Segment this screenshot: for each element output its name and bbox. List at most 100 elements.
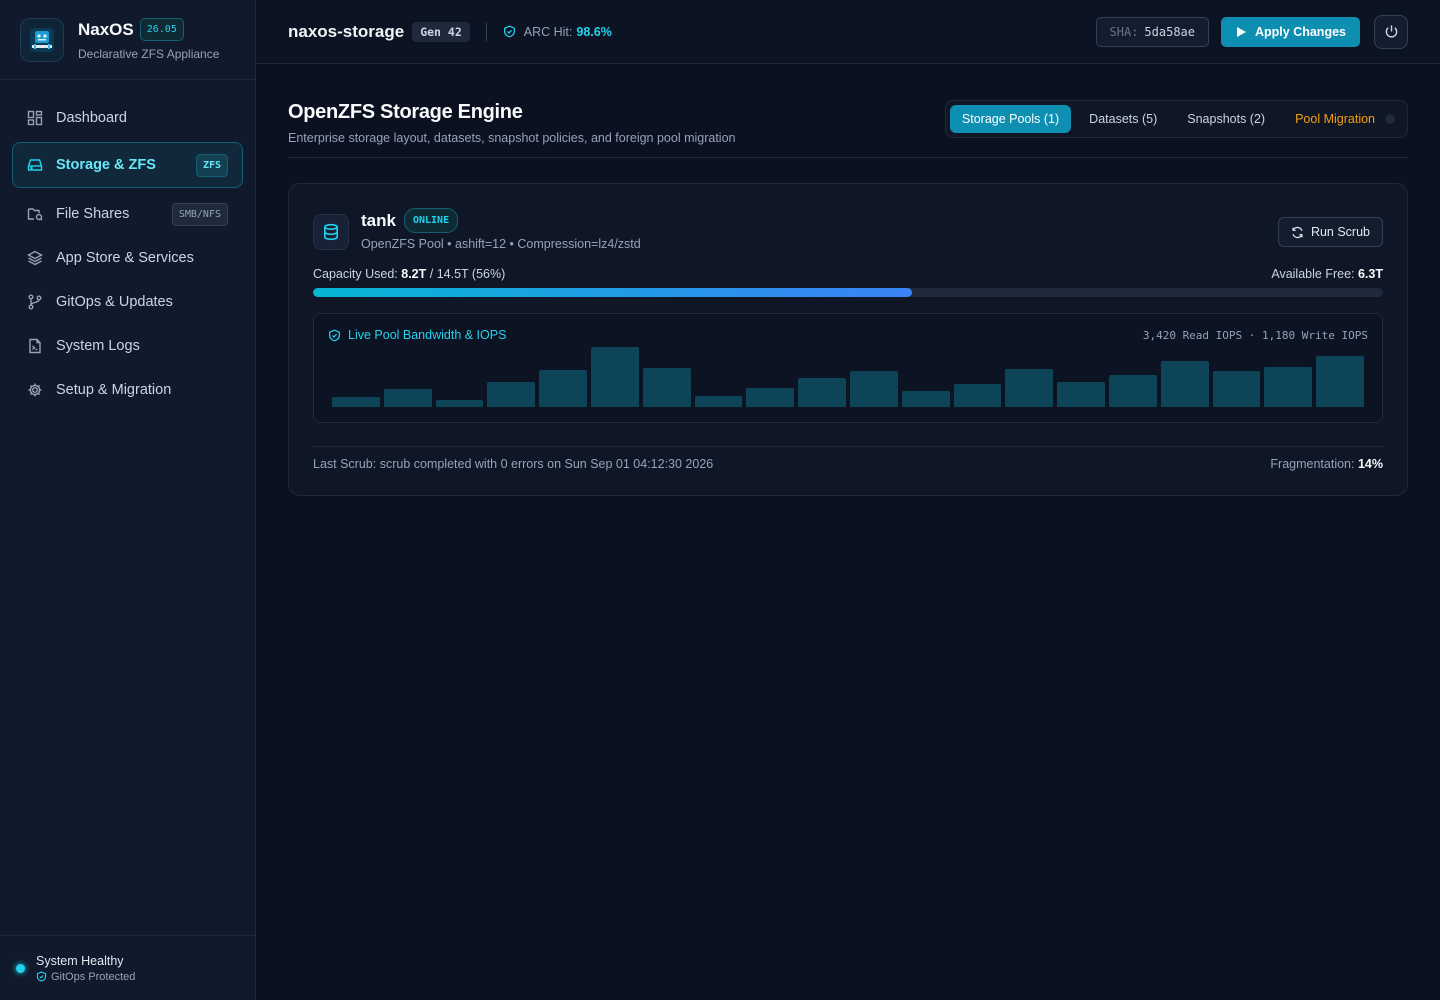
bandwidth-bar — [694, 395, 743, 407]
bandwidth-bar — [539, 369, 587, 407]
sidebar-item-label: File Shares — [56, 206, 130, 222]
power-button[interactable] — [1374, 14, 1408, 49]
sidebar: NaxOS 26.05 Declarative ZFS Appliance Da… — [0, 0, 256, 1000]
sidebar-nav: Dashboard Storage & ZFS ZFS File Shares … — [0, 80, 255, 428]
pool-footer: Last Scrub: scrub completed with 0 error… — [313, 446, 1383, 471]
run-scrub-button[interactable]: Run Scrub — [1277, 217, 1383, 247]
bandwidth-bar — [798, 378, 846, 407]
capacity-bar-fill — [313, 288, 913, 297]
gear-icon — [27, 382, 43, 398]
fragmentation: Fragmentation: 14% — [1270, 457, 1383, 471]
dashboard-icon — [27, 110, 43, 126]
sidebar-item-dashboard[interactable]: Dashboard — [12, 96, 243, 140]
bandwidth-bar — [1160, 360, 1209, 407]
sidebar-item-system-logs[interactable]: System Logs — [12, 324, 243, 368]
layers-icon — [27, 250, 43, 266]
sidebar-item-label: App Store & Services — [56, 250, 194, 266]
version-badge: 26.05 — [139, 18, 184, 41]
sha-value: 5da58ae — [1144, 24, 1195, 39]
bandwidth-bar — [901, 391, 950, 407]
capacity-label: Capacity Used: — [313, 267, 398, 281]
bandwidth-bar — [849, 371, 898, 407]
hard-drive-icon — [27, 157, 43, 173]
git-branch-icon — [27, 294, 43, 310]
main-content: OpenZFS Storage Engine Enterprise storag… — [288, 96, 1408, 496]
brand-subtitle: Declarative ZFS Appliance — [78, 47, 220, 61]
zfs-badge: ZFS — [195, 153, 228, 177]
last-scrub: Last Scrub: scrub completed with 0 error… — [313, 457, 714, 471]
file-log-icon — [27, 338, 43, 354]
bandwidth-bar — [1108, 375, 1157, 407]
bandwidth-bar — [590, 347, 639, 407]
pool-name: tank — [361, 210, 396, 230]
hostname: naxos-storage — [288, 21, 405, 41]
divider — [485, 22, 487, 41]
arc-hit-indicator: ARC Hit: 98.6% — [503, 25, 612, 39]
bandwidth-bar — [487, 381, 536, 407]
bandwidth-bar — [1316, 356, 1364, 407]
status-badge: ONLINE — [403, 208, 459, 233]
generation-badge: Gen 42 — [412, 21, 470, 42]
bandwidth-bar — [383, 389, 432, 407]
free-value: 6.3T — [1357, 267, 1383, 281]
apply-changes-label: Apply Changes — [1255, 24, 1346, 39]
tab-pool-migration[interactable]: Pool Migration — [1283, 105, 1403, 133]
sidebar-item-storage[interactable]: Storage & ZFS ZFS — [12, 142, 243, 188]
sidebar-item-label: Setup & Migration — [56, 382, 172, 398]
sidebar-item-label: Storage & ZFS — [56, 157, 156, 173]
capacity-bar — [313, 288, 1383, 297]
bandwidth-bar — [1264, 367, 1313, 407]
shield-check-icon — [503, 25, 515, 38]
sidebar-item-app-store[interactable]: App Store & Services — [12, 236, 243, 280]
run-scrub-label: Run Scrub — [1310, 225, 1370, 239]
sidebar-item-file-shares[interactable]: File Shares SMB/NFS — [12, 192, 243, 236]
arc-label: ARC Hit: — [523, 24, 573, 39]
tab-bar: Storage Pools (1) Datasets (5) Snapshots… — [944, 100, 1408, 138]
commit-sha: SHA: 5da58ae — [1095, 16, 1209, 47]
bandwidth-bar — [953, 384, 1002, 407]
sidebar-item-label: GitOps & Updates — [56, 294, 173, 310]
page-header: OpenZFS Storage Engine Enterprise storag… — [288, 96, 1408, 158]
sha-label: SHA: — [1109, 24, 1139, 39]
top-bar: naxos-storage Gen 42 ARC Hit: 98.6% SHA:… — [256, 0, 1440, 64]
naxos-logo-icon — [20, 17, 64, 62]
status-subtitle: GitOps Protected — [51, 970, 136, 983]
shield-check-icon — [329, 329, 340, 341]
tab-datasets[interactable]: Datasets (5) — [1077, 105, 1169, 133]
power-icon — [1385, 25, 1397, 38]
sidebar-item-gitops[interactable]: GitOps & Updates — [12, 280, 243, 324]
bandwidth-panel: Live Pool Bandwidth & IOPS 3,420 Read IO… — [313, 313, 1383, 423]
fragmentation-value: 14% — [1357, 457, 1383, 471]
brand-header: NaxOS 26.05 Declarative ZFS Appliance — [0, 0, 255, 80]
bandwidth-sparkline — [332, 347, 1364, 407]
bandwidth-title: Live Pool Bandwidth & IOPS — [348, 328, 507, 342]
status-dot-icon — [16, 963, 25, 973]
bandwidth-bar — [1005, 368, 1054, 407]
bandwidth-bar — [746, 387, 795, 407]
capacity-used: 8.2T — [401, 267, 427, 281]
shield-check-icon — [36, 971, 47, 982]
capacity-total: / 14.5T (56%) — [429, 267, 506, 281]
bandwidth-bar — [642, 368, 691, 407]
tab-storage-pools[interactable]: Storage Pools (1) — [949, 105, 1072, 133]
bandwidth-bar — [1212, 371, 1261, 407]
bandwidth-bar — [332, 397, 380, 407]
fragmentation-label: Fragmentation: — [1270, 457, 1355, 471]
sidebar-item-label: System Logs — [56, 338, 140, 354]
system-status: System Healthy GitOps Protected — [0, 935, 255, 1000]
pool-meta: OpenZFS Pool • ashift=12 • Compression=l… — [361, 237, 641, 251]
free-label: Available Free: — [1271, 267, 1355, 281]
tab-snapshots[interactable]: Snapshots (2) — [1175, 105, 1277, 133]
apply-changes-button[interactable]: Apply Changes — [1221, 16, 1360, 47]
pool-card: tank ONLINE OpenZFS Pool • ashift=12 • C… — [288, 183, 1408, 496]
arc-value: 98.6% — [576, 24, 612, 39]
refresh-icon — [1292, 226, 1303, 238]
sidebar-item-setup-migration[interactable]: Setup & Migration — [12, 368, 243, 412]
sidebar-item-label: Dashboard — [56, 110, 127, 126]
play-icon — [1237, 26, 1246, 37]
bandwidth-bar — [1057, 382, 1105, 407]
database-icon — [313, 214, 349, 250]
status-title: System Healthy — [36, 953, 124, 968]
smb-nfs-badge: SMB/NFS — [171, 202, 228, 226]
iops-stats: 3,420 Read IOPS · 1,180 Write IOPS — [1142, 328, 1368, 342]
